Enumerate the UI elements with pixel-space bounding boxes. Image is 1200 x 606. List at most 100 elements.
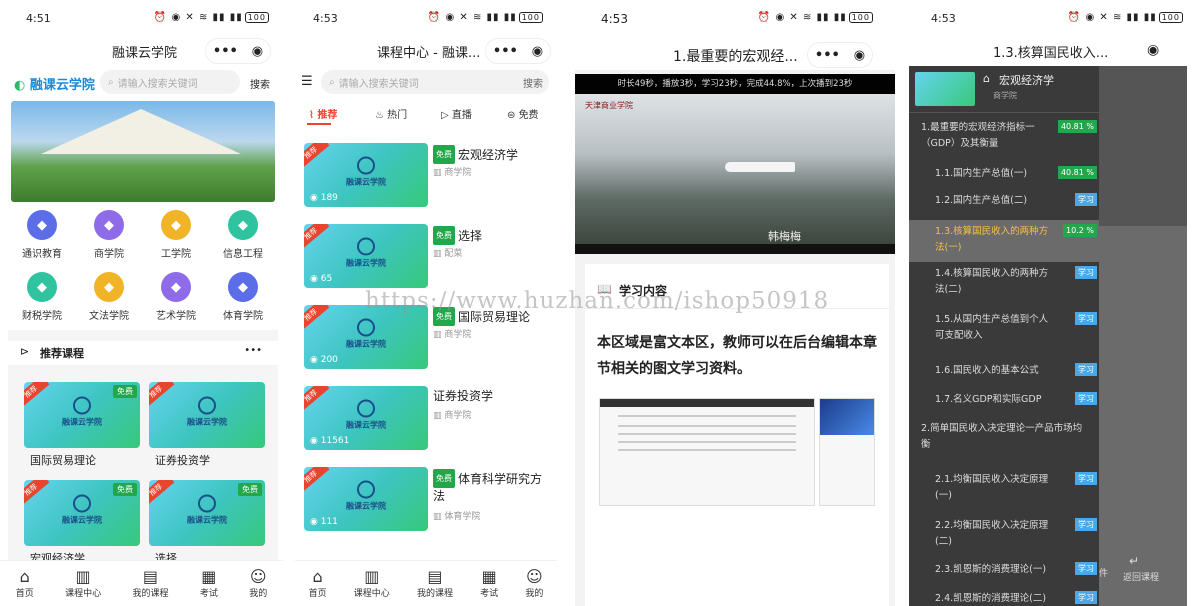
- chapter-row[interactable]: 1.6.国民收入的基本公式 学习: [909, 363, 1099, 379]
- study-badge[interactable]: 学习: [1075, 312, 1097, 325]
- course-title[interactable]: 免费 体育科学研究方法: [433, 469, 551, 505]
- back-icon[interactable]: ↵: [1129, 554, 1139, 568]
- study-badge[interactable]: 学习: [1075, 193, 1097, 206]
- right-item-file[interactable]: 件: [1099, 566, 1108, 579]
- category-item[interactable]: ◆ 工学院: [148, 210, 204, 260]
- close-target-icon[interactable]: ◉: [532, 44, 543, 59]
- capsule-menu[interactable]: ••• ◉: [485, 38, 551, 64]
- course-thumbnail[interactable]: 推荐 融课云学院 ◉ 200: [304, 305, 428, 369]
- tab-1[interactable]: ♨ 热门: [375, 106, 407, 121]
- tab-item[interactable]: ⌂ 首页: [309, 568, 327, 600]
- category-label: 体育学院: [223, 311, 263, 322]
- logo-text: 融课云学院: [187, 417, 227, 427]
- recommend-more-button[interactable]: •••: [244, 345, 262, 356]
- study-badge[interactable]: 学习: [1075, 472, 1097, 485]
- course-logo: 融课云学院: [187, 494, 227, 526]
- course-title[interactable]: 免费 选择: [433, 226, 551, 245]
- chapter-row[interactable]: 1.7.名义GDP和实际GDP 学习: [909, 392, 1099, 408]
- search-button[interactable]: 搜索: [250, 76, 270, 91]
- course-thumbnail[interactable]: 推荐 免费 融课云学院: [24, 382, 140, 448]
- chapter-row[interactable]: 1.3.核算国民收入的两种方法(一) 10.2 %: [909, 220, 1099, 262]
- back-to-course-button[interactable]: 返回课程: [1123, 570, 1159, 583]
- close-target-icon[interactable]: ◉: [1147, 42, 1159, 58]
- study-badge[interactable]: 学习: [1075, 266, 1097, 279]
- chapter-row[interactable]: 2.3.凯恩斯的消费理论(一) 学习: [909, 562, 1099, 578]
- close-target-icon[interactable]: ◉: [854, 48, 865, 63]
- category-label: 商学院: [94, 249, 124, 260]
- tab-item[interactable]: ▥ 课程中心: [65, 568, 102, 600]
- course-thumbnail[interactable]: 推荐 融课云学院 ◉ 189: [304, 143, 428, 207]
- capsule-menu[interactable]: ••• ◉: [807, 42, 873, 68]
- chapter-row[interactable]: 2.2.均衡国民收入决定原理(二) 学习: [909, 518, 1099, 550]
- more-icon[interactable]: •••: [213, 44, 238, 59]
- tab-item[interactable]: ⌂ 首页: [16, 568, 34, 600]
- category-icon: ◆: [94, 210, 124, 240]
- category-item[interactable]: ◆ 文法学院: [81, 272, 137, 322]
- course-thumbnail[interactable]: 推荐 融课云学院 ◉ 11561: [304, 386, 428, 450]
- tab-3[interactable]: ⊜ 免费: [507, 106, 539, 121]
- image-header: [820, 399, 874, 435]
- chapter-row[interactable]: 1.最重要的宏观经济指标一（GDP）及其衡量 40.81 %: [909, 120, 1099, 152]
- category-label: 工学院: [161, 249, 191, 260]
- tab-label: 课程中心: [65, 589, 102, 599]
- menu-list-icon[interactable]: ☰: [301, 74, 313, 89]
- chapter-row[interactable]: 1.1.国内生产总值(一) 40.81 %: [909, 166, 1099, 182]
- course-college-text: 体育学院: [444, 512, 481, 522]
- study-badge[interactable]: 学习: [1075, 392, 1097, 405]
- right-panel: 件 ↵ 返回课程: [1099, 226, 1187, 606]
- more-icon[interactable]: •••: [815, 48, 840, 63]
- chapter-row[interactable]: 2.1.均衡国民收入决定原理(一) 学习: [909, 472, 1099, 504]
- more-icon[interactable]: •••: [493, 44, 518, 59]
- course-thumbnail[interactable]: 推荐 融课云学院 ◉ 111: [304, 467, 428, 531]
- course-title[interactable]: 证券投资学: [433, 388, 551, 405]
- view-number: 111: [320, 517, 338, 527]
- study-badge[interactable]: 学习: [1075, 518, 1097, 531]
- study-badge[interactable]: 学习: [1075, 591, 1097, 604]
- course-thumbnail[interactable]: 推荐 融课云学院: [149, 382, 265, 448]
- capsule-menu[interactable]: ••• ◉: [205, 38, 271, 64]
- course-college-text: 商学院: [444, 330, 472, 340]
- status-time: 4:53: [601, 12, 628, 26]
- logo-emblem-icon: [73, 494, 91, 513]
- chapter-row[interactable]: 1.4.核算国民收入的两种方法(二) 学习: [909, 266, 1099, 298]
- tab-2[interactable]: ▷ 直播: [441, 106, 472, 121]
- tab-item[interactable]: ☺ 我的: [249, 568, 267, 600]
- building-icon: ▥: [433, 168, 445, 178]
- tab-item[interactable]: ☺ 我的: [525, 568, 543, 600]
- search-input[interactable]: ⌕ 请输入搜索关键词: [100, 70, 240, 94]
- tab-item[interactable]: ▦ 考试: [200, 568, 218, 600]
- tab-item[interactable]: ▤ 我的课程: [417, 568, 453, 600]
- chapter-row[interactable]: 1.5.从国内生产总值到个人可支配收入 学习: [909, 312, 1099, 344]
- course-title[interactable]: 免费 宏观经济学: [433, 145, 551, 164]
- course-thumbnail[interactable]: 推荐 融课云学院 ◉ 65: [304, 224, 428, 288]
- progress-badge: 40.81 %: [1057, 120, 1097, 133]
- course-title[interactable]: 国际贸易理论: [30, 452, 96, 468]
- banner-image[interactable]: [11, 101, 275, 202]
- category-item[interactable]: ◆ 艺术学院: [148, 272, 204, 322]
- chapter-row[interactable]: 1.2.国内生产总值(二) 学习: [909, 193, 1099, 209]
- tab-0[interactable]: ⌇ 推荐: [309, 106, 337, 121]
- tab-item[interactable]: ▥ 课程中心: [354, 568, 390, 600]
- category-item[interactable]: ◆ 体育学院: [215, 272, 271, 322]
- category-item[interactable]: ◆ 商学院: [81, 210, 137, 260]
- course-thumbnail[interactable]: 推荐 免费 融课云学院: [149, 480, 265, 546]
- tab-item[interactable]: ▤ 我的课程: [132, 568, 168, 600]
- category-item[interactable]: ◆ 通识教育: [14, 210, 70, 260]
- study-badge[interactable]: 学习: [1075, 363, 1097, 376]
- chapter-title: 2.1.均衡国民收入决定原理(一): [935, 474, 1049, 501]
- view-count: ◉ 111: [310, 517, 338, 527]
- close-target-icon[interactable]: ◉: [252, 44, 263, 59]
- tab-item[interactable]: ▦ 考试: [480, 568, 498, 600]
- search-button[interactable]: 搜索: [523, 75, 543, 90]
- image-text-line: [618, 449, 796, 451]
- video-player[interactable]: 时长49秒，播放3秒，学习23秒，完成44.8%，上次播到23秒 天津商业学院 …: [575, 74, 895, 254]
- category-item[interactable]: ◆ 财税学院: [14, 272, 70, 322]
- search-input[interactable]: ⌕ 请输入搜索关键词 搜索: [321, 70, 549, 94]
- chapter-row[interactable]: 2.4.凯恩斯的消费理论(二) 学习: [909, 591, 1099, 606]
- category-item[interactable]: ◆ 信息工程: [215, 210, 271, 260]
- tent-shape: [41, 109, 241, 154]
- study-badge[interactable]: 学习: [1075, 562, 1097, 575]
- course-thumbnail[interactable]: 推荐 免费 融课云学院: [24, 480, 140, 546]
- chapter-row[interactable]: 2.简单国民收入决定理论一产品市场均衡: [909, 421, 1099, 453]
- course-title[interactable]: 证券投资学: [155, 452, 210, 468]
